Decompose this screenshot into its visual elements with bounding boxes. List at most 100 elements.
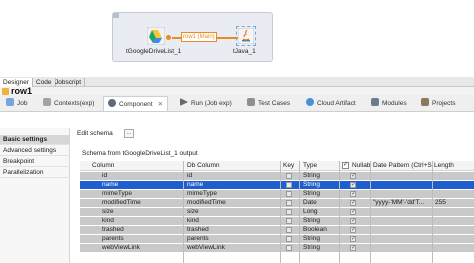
cell-column[interactable]: trashed (102, 226, 124, 234)
cell-type[interactable]: String (303, 235, 320, 243)
cell-column[interactable]: size (102, 208, 114, 216)
edit-schema-button[interactable]: ... (124, 129, 134, 138)
tab-cloud-artifact[interactable]: Cloud Artifact (306, 96, 356, 111)
close-icon[interactable]: ✕ (158, 101, 163, 108)
cell-type[interactable]: String (303, 190, 320, 198)
nullable-checkbox[interactable] (350, 199, 356, 206)
table-row[interactable]: trashed trashed Boolean (80, 226, 474, 234)
table-row[interactable]: size size Long (80, 208, 474, 216)
header-type[interactable]: Type (303, 162, 317, 169)
table-row[interactable]: name name String (80, 181, 474, 189)
tab-contexts[interactable]: Contexts(exp) (43, 96, 94, 111)
run-icon (180, 98, 188, 106)
cell-db-column[interactable]: parents (187, 235, 209, 243)
cell-type[interactable]: Boolean (303, 226, 327, 234)
header-key[interactable]: Key (283, 162, 294, 169)
cell-column[interactable]: mimeType (102, 190, 132, 198)
cell-db-column[interactable]: kind (187, 217, 199, 225)
table-row[interactable]: parents parents String (80, 235, 474, 243)
cell-type[interactable]: Long (303, 208, 317, 216)
key-checkbox[interactable] (286, 173, 292, 179)
cell-db-column[interactable]: name (187, 181, 203, 189)
tab-test-cases[interactable]: Test Cases (247, 96, 290, 111)
nav-breakpoint[interactable]: Breakpoint (0, 157, 70, 167)
key-checkbox[interactable] (286, 218, 292, 224)
output-connector-icon[interactable] (166, 35, 171, 40)
test-cases-icon (247, 98, 255, 106)
table-row[interactable]: kind kind String (80, 217, 474, 225)
tab-component[interactable]: Component ✕ (103, 96, 169, 111)
nullable-checkbox[interactable] (350, 235, 356, 242)
nullable-checkbox[interactable] (350, 226, 356, 233)
header-nullable[interactable]: Nullab (352, 162, 370, 169)
cell-type[interactable]: String (303, 172, 320, 180)
tjava-component-icon[interactable] (238, 28, 254, 44)
key-checkbox[interactable] (286, 191, 292, 197)
cell-column[interactable]: webViewLink (102, 244, 140, 252)
nullable-checkbox[interactable] (350, 190, 356, 197)
key-checkbox[interactable] (286, 236, 292, 242)
nullable-select-all-checkbox[interactable]: ✓ (342, 162, 349, 169)
cell-db-column[interactable]: modifiedTime (187, 199, 226, 207)
nav-parallelization[interactable]: Parallelization (0, 168, 70, 178)
cell-db-column[interactable]: id (187, 172, 192, 180)
table-row[interactable]: modifiedTime modifiedTime Date "yyyy-'MM'-'… (80, 199, 474, 207)
cell-column[interactable]: modifiedTime (102, 199, 141, 207)
projects-icon (421, 98, 429, 106)
table-row[interactable]: webViewLink webViewLink String (80, 244, 474, 252)
key-checkbox[interactable] (286, 182, 292, 188)
nullable-checkbox[interactable] (350, 172, 356, 179)
cell-type[interactable]: String (303, 217, 320, 225)
key-checkbox[interactable] (286, 200, 292, 206)
tab-component-label: Component (119, 101, 153, 108)
header-date-pattern[interactable]: Date Pattern (Ctrl+S (373, 162, 432, 169)
cell-type[interactable]: String (303, 244, 320, 252)
table-row[interactable]: id id String (80, 172, 474, 180)
column-divider (339, 161, 340, 263)
tab-projects-label: Projects (432, 100, 456, 107)
nullable-checkbox[interactable] (350, 208, 356, 215)
cell-length[interactable]: 255 (435, 199, 446, 207)
tab-run-label: Run (Job exp) (191, 100, 232, 107)
google-drive-list-component-icon[interactable] (147, 27, 165, 45)
nullable-checkbox[interactable] (350, 217, 356, 224)
nav-basic-settings[interactable]: Basic settings (0, 135, 70, 145)
tab-jobscript[interactable]: Jobscript (52, 78, 86, 87)
header-length[interactable]: Length (434, 162, 454, 169)
key-checkbox[interactable] (286, 245, 292, 251)
tab-run[interactable]: Run (Job exp) (180, 96, 232, 111)
row-link-label[interactable]: row1 (Main) (181, 32, 217, 42)
contexts-icon (43, 98, 51, 106)
cell-db-column[interactable]: mimeType (187, 190, 217, 198)
cell-db-column[interactable]: webViewLink (187, 244, 225, 252)
key-checkbox[interactable] (286, 209, 292, 215)
edit-schema-label: Edit schema (77, 130, 113, 137)
cell-column[interactable]: name (102, 181, 118, 189)
subjob-collapse-icon[interactable] (113, 13, 119, 18)
nullable-checkbox[interactable] (350, 244, 356, 251)
tab-modules-label: Modules (382, 100, 407, 107)
column-divider (280, 161, 281, 263)
nullable-checkbox[interactable] (350, 181, 356, 188)
column-divider (183, 161, 184, 263)
cell-column[interactable]: kind (102, 217, 114, 225)
component-icon (108, 99, 116, 107)
cell-db-column[interactable]: size (187, 208, 199, 216)
component-label-gdrive[interactable]: tGoogleDriveList_1 (126, 48, 181, 55)
nav-advanced-settings[interactable]: Advanced settings (0, 146, 70, 156)
cell-date-pattern[interactable]: "yyyy-'MM'-'dd'T... (373, 199, 424, 207)
tab-modules[interactable]: Modules (371, 96, 407, 111)
cell-db-column[interactable]: trashed (187, 226, 209, 234)
table-row[interactable]: mimeType mimeType String (80, 190, 474, 198)
cell-type[interactable]: String (303, 181, 320, 189)
header-db-column[interactable]: Db Column (187, 162, 220, 169)
tab-projects[interactable]: Projects (421, 96, 455, 111)
component-label-tjava[interactable]: tJava_1 (233, 48, 256, 55)
modules-icon (371, 98, 379, 106)
key-checkbox[interactable] (286, 227, 292, 233)
cell-column[interactable]: id (102, 172, 107, 180)
cell-column[interactable]: parents (102, 235, 124, 243)
cell-type[interactable]: Date (303, 199, 317, 207)
header-column[interactable]: Column (92, 162, 114, 169)
tab-job[interactable]: Job (6, 96, 27, 111)
